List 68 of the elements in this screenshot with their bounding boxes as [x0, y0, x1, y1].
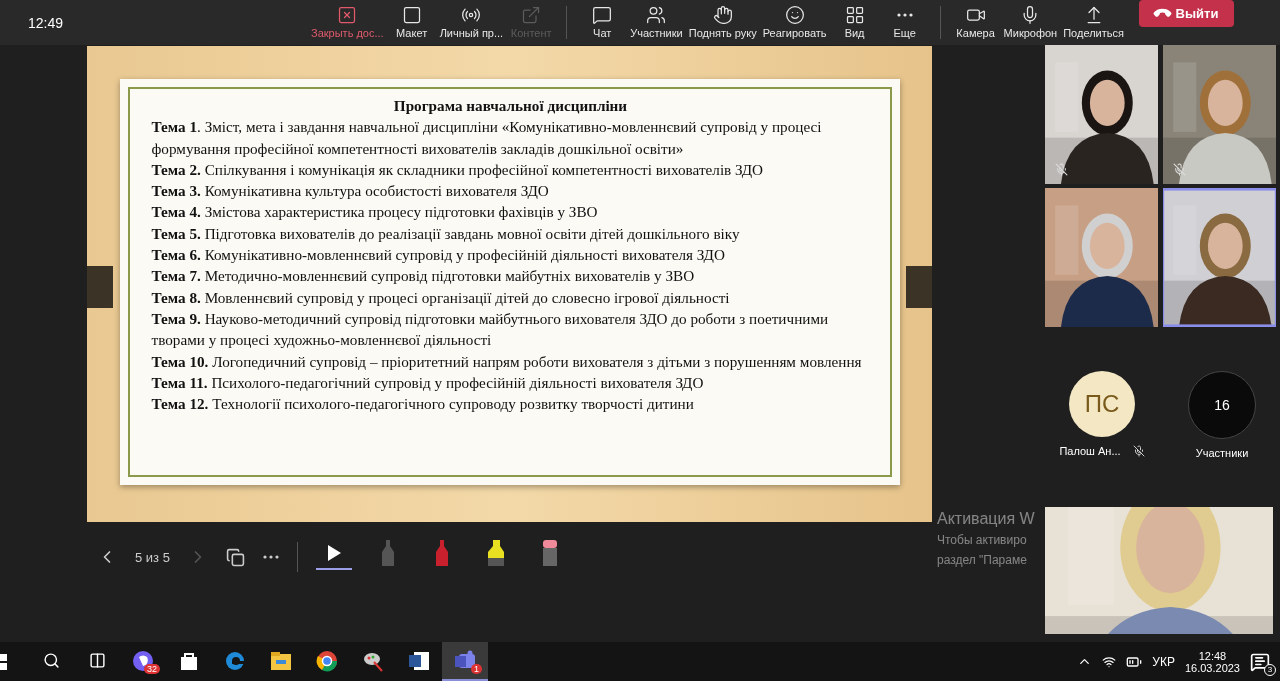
- toolbar-button[interactable]: Макет: [386, 0, 437, 45]
- slide-title: Програма навчальної дисципліни: [392, 96, 629, 116]
- notification-count: 3: [1264, 663, 1276, 676]
- language-indicator[interactable]: УКР: [1152, 654, 1175, 669]
- clock: 12:49: [28, 14, 65, 31]
- topic-line: Тема 2. Спілкування і комунікація як складники професійної компетентності вихователів ЗДО: [151, 159, 765, 180]
- toolbar-button[interactable]: Еще: [879, 0, 930, 45]
- people-icon: [646, 5, 667, 25]
- badge: 1: [471, 664, 482, 674]
- external-icon: [521, 5, 542, 25]
- wifi-icon[interactable]: [1102, 654, 1117, 669]
- activation-text: Чтобы активиро: [937, 532, 1028, 549]
- toolbar-button[interactable]: Закрыть дос...: [308, 0, 387, 45]
- mic-off-icon: [1132, 445, 1145, 457]
- activation-text: раздел "Параме: [937, 552, 1028, 569]
- task-view-icon[interactable]: [88, 652, 106, 669]
- toolbar-button[interactable]: Вид: [829, 0, 880, 45]
- page-counter: 5 из 5: [135, 549, 170, 565]
- search-icon[interactable]: [42, 652, 60, 669]
- smile-icon: [784, 5, 805, 25]
- chrome-icon: [316, 649, 338, 672]
- toolbar-button[interactable]: Чат: [577, 0, 628, 45]
- topic-line: Тема 11. Психолого-педагогічний супровід у професійній діяльності вихователя ЗДО: [151, 372, 705, 393]
- notifications-icon[interactable]: [1250, 651, 1270, 672]
- taskbar-button[interactable]: 32: [120, 642, 166, 681]
- tool-button[interactable]: [315, 544, 352, 570]
- more-icon[interactable]: [262, 555, 279, 559]
- store-icon: [179, 650, 199, 671]
- more-icon[interactable]: [896, 13, 913, 17]
- chat-icon: [592, 5, 613, 25]
- tray-date[interactable]: 16.03.2023: [1184, 661, 1240, 674]
- toolbar-button[interactable]: Реагировать: [759, 0, 830, 45]
- toolbar-button[interactable]: Участники: [627, 0, 686, 45]
- participant-name: Палош Ан...: [1059, 445, 1121, 457]
- topic-line: Тема 6. Комунікативно-мовленнєвий супровід у професійній діяльності вихователя ЗДО: [151, 245, 726, 266]
- toolbar-button[interactable]: Поделиться: [1060, 0, 1127, 45]
- badge: 32: [144, 664, 160, 674]
- topic-line: Тема 8. Мовленнєвий супровід у процесі організації дітей до словесно ігрової діяльності: [151, 287, 731, 308]
- toolbar-button[interactable]: Камера: [950, 0, 1001, 45]
- activation-title: Активация W: [937, 509, 1035, 529]
- participant-count[interactable]: 16: [1188, 371, 1256, 439]
- layout-icon: [401, 5, 422, 25]
- topic-line: Тема 12. Технології психолого-педагогічного супроводу розвитку творчості дитини: [151, 394, 695, 415]
- mic-off-icon: [1173, 163, 1186, 176]
- toolbar-button[interactable]: Личный пр...: [436, 0, 507, 45]
- taskbar-button[interactable]: 1: [442, 642, 488, 681]
- toolbar-button[interactable]: Микрофон: [1000, 0, 1061, 45]
- topic-line: Тема 10. Логопедичний супровід – пріоритетний напрям роботи вихователя з дітьми з порушенням мовлення: [151, 351, 863, 372]
- toolbar-button[interactable]: Поднять руку: [685, 0, 760, 45]
- topic-line: Тема 3. Комунікативна культура особистості вихователя ЗДО: [151, 181, 550, 202]
- windows-icon[interactable]: [0, 653, 8, 670]
- topic-line: Тема 5. Підготовка вихователів до реалізації завдань мовної освіти дітей дошкільного віку: [151, 223, 741, 244]
- hand-icon: [712, 5, 733, 25]
- copy-icon[interactable]: [225, 547, 245, 567]
- topic-line: Тема 1. Зміст, мета і завдання навчальної дисципліни «Комунікативно-мовленнєвий супровід у процесі формування професійної компетентності вихователів закладів дошкільної освіти»: [151, 117, 823, 159]
- topic-line: Тема 4. Змістова характеристика процесу підготовки фахівців у ЗВО: [151, 202, 599, 223]
- stop-sharing-icon: [337, 5, 358, 25]
- topic-line: Тема 7. Методично-мовленнєвий супровід підготовки майбутніх вихователів у ЗВО: [151, 266, 696, 287]
- mic-off-icon: [1055, 163, 1068, 176]
- grid-icon: [844, 5, 865, 25]
- browser-icon: [224, 649, 246, 672]
- participants-label: Участники: [1195, 447, 1249, 459]
- word-icon: [408, 649, 430, 672]
- avatar[interactable]: ПС: [1069, 371, 1135, 437]
- topic-line: Тема 9. Науково-методичний супровід підготовки майбутнього вихователя ЗДО до роботи з поетичними творами у процесі художньо-мовленнєвої діяльності: [151, 308, 830, 351]
- leave-button[interactable]: Выйти: [1138, 0, 1234, 27]
- folder-icon: [270, 650, 292, 671]
- tray-time[interactable]: 12:48: [1198, 649, 1227, 662]
